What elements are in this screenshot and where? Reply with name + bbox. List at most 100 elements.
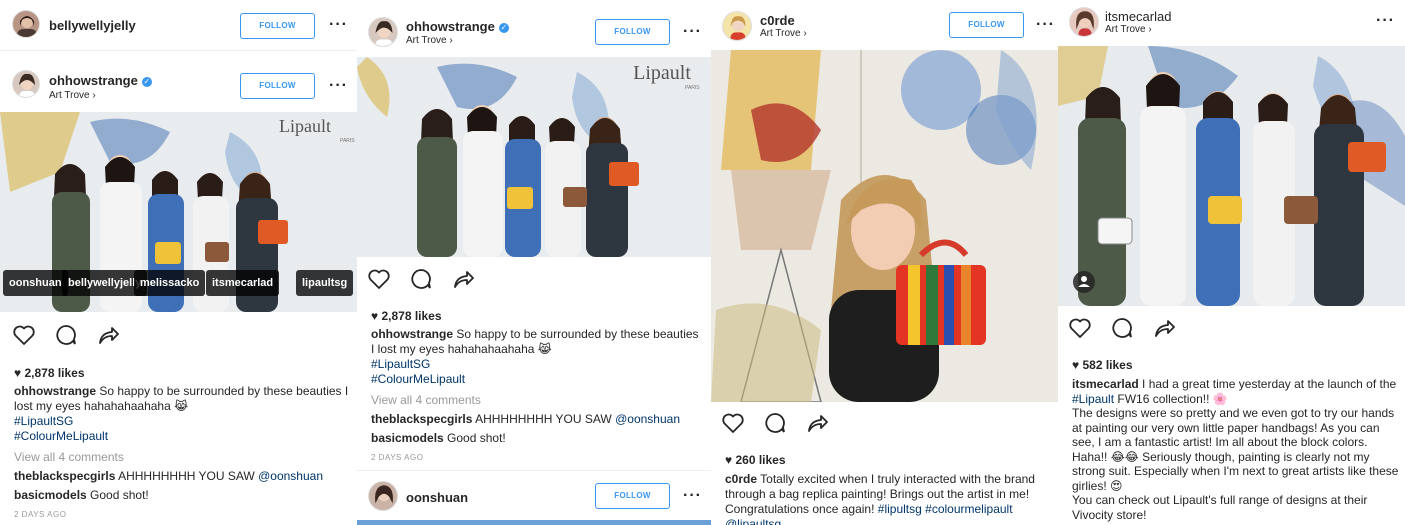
caption-username[interactable]: c0rde <box>725 472 757 486</box>
more-icon[interactable]: ··· <box>683 488 702 504</box>
hashtag-link[interactable]: #lipultsg <box>878 502 922 516</box>
comment-icon[interactable] <box>763 411 787 435</box>
avatar[interactable] <box>368 17 398 47</box>
user-tag[interactable]: lipaultsg <box>296 270 354 296</box>
comment-username[interactable]: basicmodels <box>14 488 87 502</box>
divider <box>357 470 711 471</box>
post-photo[interactable]: Lipault PARIS <box>357 57 711 257</box>
more-icon[interactable]: ··· <box>683 24 702 40</box>
caption-username[interactable]: ohhowstrange <box>371 327 453 341</box>
chevron-right-icon: › <box>803 28 807 39</box>
like-count[interactable]: ♥ 260 likes <box>725 453 786 467</box>
avatar[interactable] <box>12 70 40 98</box>
comment: basicmodels Good shot! <box>14 488 149 502</box>
username[interactable]: itsmecarlad <box>1105 9 1171 24</box>
caption-username[interactable]: itsmecarlad <box>1072 377 1139 391</box>
avatar[interactable] <box>12 10 40 38</box>
username[interactable]: c0rde <box>760 13 795 28</box>
more-icon[interactable]: ··· <box>1376 13 1395 29</box>
heart-icon[interactable] <box>367 267 391 291</box>
share-icon[interactable] <box>96 323 120 347</box>
like-count[interactable]: ♥ 2,878 likes <box>371 309 442 323</box>
comment-username[interactable]: basicmodels <box>371 431 444 445</box>
heart-icon[interactable] <box>1068 316 1092 340</box>
location[interactable]: Art Trove › <box>1105 24 1152 35</box>
hashtag-link[interactable]: #colourmelipault <box>925 502 1012 516</box>
follow-button[interactable]: FOLLOW <box>240 73 315 99</box>
comment-icon[interactable] <box>1110 316 1134 340</box>
follow-button[interactable]: FOLLOW <box>240 13 315 39</box>
post-panel-3: c0rde Art Trove › FOLLOW ··· ♥ 260 likes… <box>711 0 1058 525</box>
location[interactable]: Art Trove › <box>406 35 453 46</box>
action-bar <box>721 411 829 435</box>
caption: c0rde Totally excited when I truly inter… <box>725 472 1053 525</box>
verified-badge-icon: ✓ <box>141 76 152 87</box>
comment-icon[interactable] <box>54 323 78 347</box>
comment-username[interactable]: theblackspecgirls <box>371 412 472 426</box>
hashtag-link[interactable]: #LipaultSG <box>14 414 73 428</box>
brand-logo: Lipault <box>279 116 331 136</box>
username[interactable]: ohhowstrange ✓ <box>406 19 509 34</box>
view-all-comments[interactable]: View all 4 comments <box>14 450 124 465</box>
follow-button[interactable]: FOLLOW <box>595 19 670 45</box>
comment-username[interactable]: theblackspecgirls <box>14 469 115 483</box>
caption-text: The designs were so pretty and we even g… <box>1072 406 1399 493</box>
svg-text:PARIS: PARIS <box>685 85 700 91</box>
heart-icon[interactable] <box>12 323 36 347</box>
avatar[interactable] <box>1069 7 1099 37</box>
avatar[interactable] <box>368 481 398 511</box>
more-icon[interactable]: ··· <box>329 78 348 94</box>
comment-icon[interactable] <box>409 267 433 291</box>
follow-button[interactable]: FOLLOW <box>595 483 670 509</box>
share-icon[interactable] <box>1152 316 1176 340</box>
username[interactable]: oonshuan <box>406 490 468 505</box>
post-photo[interactable]: Lipault PARIS oonshuan bellywellyjelly m… <box>0 112 357 312</box>
post-photo[interactable] <box>1058 46 1405 306</box>
caption: ohhowstrange So happy to be surrounded b… <box>14 384 349 444</box>
feed-screenshots: bellywellyjelly FOLLOW ··· ohhowstrange ✓… <box>0 0 1405 525</box>
follow-button[interactable]: FOLLOW <box>949 12 1024 38</box>
mention-link[interactable]: @oonshuan <box>615 412 680 426</box>
username[interactable]: ohhowstrange ✓ <box>49 73 152 88</box>
chevron-right-icon: › <box>1148 24 1152 35</box>
caption-username[interactable]: ohhowstrange <box>14 384 96 398</box>
location[interactable]: Art Trove › <box>760 28 807 39</box>
chevron-right-icon: › <box>449 35 453 46</box>
user-tag[interactable]: itsmecarlad <box>206 270 280 296</box>
username[interactable]: bellywellyjelly <box>49 18 136 33</box>
mention-link[interactable]: @lipaultsg <box>725 517 781 525</box>
hashtag-link[interactable]: #ColourMeLipault <box>14 429 108 443</box>
divider <box>0 50 357 51</box>
like-count[interactable]: ♥ 582 likes <box>1072 358 1133 372</box>
comment: theblackspecgirls AHHHHHHHH YOU SAW @oon… <box>371 412 680 426</box>
share-icon[interactable] <box>451 267 475 291</box>
caption: itsmecarlad I had a great time yesterday… <box>1072 377 1399 522</box>
hashtag-link[interactable]: #Lipault <box>1072 392 1114 406</box>
action-bar <box>1068 316 1176 340</box>
timestamp: 2 DAYS AGO <box>371 453 424 462</box>
avatar[interactable] <box>722 11 752 41</box>
next-post-photo[interactable] <box>357 520 711 525</box>
post-photo[interactable] <box>711 50 1058 402</box>
mention-link[interactable]: @oonshuan <box>258 469 323 483</box>
svg-text:PARIS: PARIS <box>340 138 355 144</box>
location[interactable]: Art Trove › <box>49 90 96 101</box>
comment: theblackspecgirls AHHHHHHHH YOU SAW @oon… <box>14 469 323 483</box>
post-panel-4: itsmecarlad Art Trove › ··· ♥ 582 likes … <box>1058 0 1405 525</box>
chevron-right-icon: › <box>92 90 96 101</box>
like-count[interactable]: ♥ 2,878 likes <box>14 366 85 380</box>
action-bar <box>12 323 120 347</box>
post-panel-1: bellywellyjelly FOLLOW ··· ohhowstrange ✓… <box>0 0 357 525</box>
more-icon[interactable]: ··· <box>329 17 348 33</box>
heart-icon[interactable] <box>721 411 745 435</box>
user-tag[interactable]: melissacko <box>134 270 206 296</box>
more-icon[interactable]: ··· <box>1036 17 1055 33</box>
user-tag[interactable]: oonshuan <box>3 270 68 296</box>
share-icon[interactable] <box>805 411 829 435</box>
action-bar <box>367 267 475 291</box>
hashtag-link[interactable]: #ColourMeLipault <box>371 372 465 386</box>
view-all-comments[interactable]: View all 4 comments <box>371 393 481 408</box>
brand-logo: Lipault <box>633 62 691 84</box>
hashtag-link[interactable]: #LipaultSG <box>371 357 430 371</box>
caption: ohhowstrange So happy to be surrounded b… <box>371 327 701 387</box>
